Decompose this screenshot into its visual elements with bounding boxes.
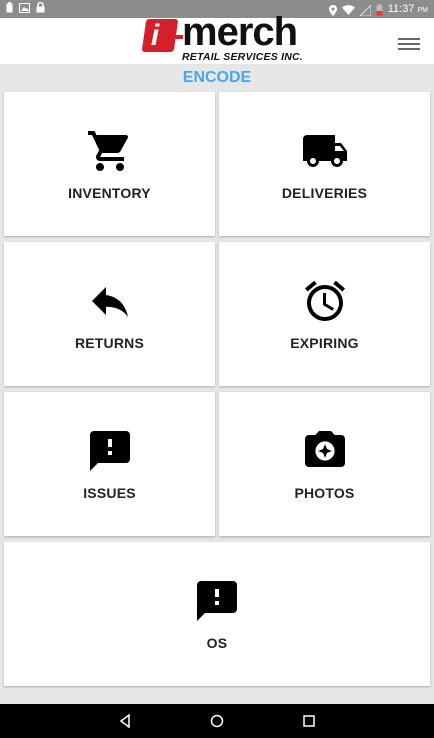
lock-icon bbox=[36, 2, 45, 13]
tile-deliveries[interactable]: DELIVERIES bbox=[219, 92, 430, 236]
camera-icon bbox=[301, 427, 349, 475]
tile-label: PHOTOS bbox=[294, 485, 355, 501]
battery-saver-icon bbox=[6, 2, 13, 13]
location-icon bbox=[328, 4, 337, 16]
imerch-logo: i merch RETAIL SERVICES INC. bbox=[141, 12, 318, 64]
logo-tagline: RETAIL SERVICES INC. bbox=[182, 51, 303, 63]
wifi-icon bbox=[341, 5, 355, 15]
image-notification-icon bbox=[19, 2, 30, 13]
clock: 11:37 PM bbox=[387, 3, 428, 15]
tile-expiring[interactable]: EXPIRING bbox=[219, 242, 430, 386]
tile-inventory[interactable]: INVENTORY bbox=[4, 92, 215, 236]
feedback-alert-icon bbox=[86, 427, 134, 475]
tile-label: INVENTORY bbox=[68, 185, 151, 201]
tile-label: ISSUES bbox=[83, 485, 136, 501]
feedback-alert-icon bbox=[193, 577, 241, 625]
reply-arrow-icon bbox=[86, 277, 134, 325]
tile-os[interactable]: OS bbox=[4, 542, 430, 686]
alarm-clock-icon bbox=[301, 277, 349, 325]
section-title: ENCODE bbox=[182, 69, 252, 86]
tile-photos[interactable]: PHOTOS bbox=[219, 392, 430, 536]
back-triangle-icon bbox=[119, 714, 130, 728]
tile-returns[interactable]: RETURNS bbox=[4, 242, 215, 386]
home-button[interactable] bbox=[209, 713, 225, 729]
system-navigation-bar bbox=[0, 704, 434, 738]
home-circle-icon bbox=[210, 714, 224, 728]
app-header: i merch RETAIL SERVICES INC. bbox=[0, 12, 434, 64]
recents-square-icon bbox=[303, 715, 315, 727]
hamburger-icon bbox=[398, 38, 420, 40]
truck-icon bbox=[301, 127, 349, 175]
tile-label: RETURNS bbox=[74, 335, 145, 351]
logo-wordmark: merch bbox=[182, 10, 298, 54]
tile-issues[interactable]: ISSUES bbox=[4, 392, 215, 536]
battery-low-icon bbox=[376, 4, 383, 16]
tile-label: OS bbox=[206, 635, 228, 651]
menu-button[interactable] bbox=[398, 38, 420, 50]
no-signal-icon bbox=[359, 4, 371, 16]
back-button[interactable] bbox=[117, 713, 133, 729]
logo-mark: i bbox=[141, 19, 179, 52]
shopping-cart-icon bbox=[86, 127, 134, 175]
tile-label: EXPIRING bbox=[290, 335, 359, 351]
tile-label: DELIVERIES bbox=[281, 185, 368, 201]
recents-button[interactable] bbox=[301, 713, 317, 729]
